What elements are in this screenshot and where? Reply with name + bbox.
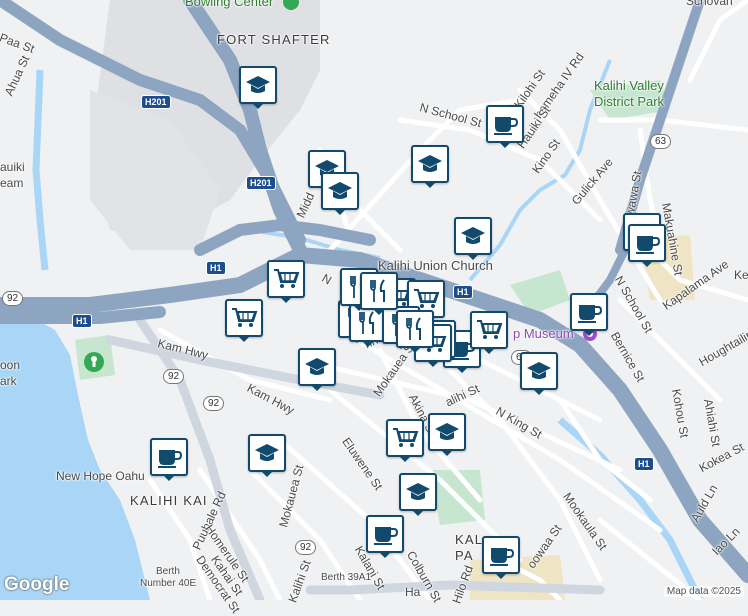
grocery-pin[interactable] <box>470 311 508 349</box>
school-pin[interactable] <box>321 172 359 210</box>
cafe-pin[interactable] <box>486 105 524 143</box>
fork-knife-icon <box>401 315 429 343</box>
shopping-cart-icon <box>230 304 258 332</box>
coffee-cup-icon <box>371 520 399 548</box>
school-pin[interactable] <box>428 413 466 451</box>
restaurant-pin[interactable] <box>396 310 434 348</box>
school-pin[interactable] <box>520 352 558 390</box>
shield-h1-a: H1 <box>206 261 226 275</box>
label-lagoon-park-2: ark <box>0 374 17 388</box>
route-63: 63 <box>650 134 671 149</box>
label-schovan: Schovan <box>686 0 733 8</box>
restaurant-pin[interactable] <box>360 272 398 310</box>
mortarboard-icon <box>525 357 553 385</box>
label-kalihi-park-2: PA <box>455 548 474 563</box>
label-eam: eam <box>0 176 23 190</box>
label-kalihi-valley: Kalihi Valley <box>594 78 664 93</box>
label-ke: Ke <box>734 268 748 282</box>
shield-h201-a: H201 <box>141 95 171 109</box>
label-berth-39a1: Berth 39A1 <box>321 572 371 583</box>
label-kalihi-park-1: KAL <box>455 532 483 547</box>
cafe-pin[interactable] <box>570 293 608 331</box>
school-pin[interactable] <box>399 473 437 511</box>
park-marker[interactable] <box>84 352 104 372</box>
shield-h1-b: H1 <box>453 285 473 299</box>
label-berth: Berth <box>156 566 180 577</box>
shopping-cart-icon <box>391 424 419 452</box>
mortarboard-icon <box>303 353 331 381</box>
cafe-pin[interactable] <box>628 224 666 262</box>
map-data-credit[interactable]: Map data ©2025 <box>664 586 744 597</box>
grocery-pin[interactable] <box>225 299 263 337</box>
coffee-cup-icon <box>633 229 661 257</box>
cafe-pin[interactable] <box>150 438 188 476</box>
fork-knife-icon <box>365 277 393 305</box>
school-pin[interactable] <box>411 145 449 183</box>
route-92-d: 92 <box>295 540 316 555</box>
shield-h1-d: H1 <box>634 457 654 471</box>
label-new-hope-oahu: New Hope Oahu <box>56 469 145 483</box>
mortarboard-icon <box>253 439 281 467</box>
label-museum: p Museum <box>513 326 574 341</box>
water-bay <box>0 310 150 600</box>
label-kalihi-kai: KALIHI KAI <box>130 493 208 508</box>
label-kalihi-union-church: Kalihi Union Church <box>378 258 493 273</box>
shopping-cart-icon <box>272 265 300 293</box>
route-92-c: 92 <box>203 396 224 411</box>
coffee-cup-icon <box>575 298 603 326</box>
label-bowling-center: Bowling Center <box>185 0 273 9</box>
label-lagoon-park-1: oon <box>0 358 20 372</box>
school-pin[interactable] <box>239 66 277 104</box>
coffee-cup-icon <box>487 541 515 569</box>
grocery-pin[interactable] <box>267 260 305 298</box>
label-district-park: District Park <box>594 94 664 109</box>
label-berth-number: Number 40E <box>140 578 196 589</box>
coffee-cup-icon <box>491 110 519 138</box>
school-pin[interactable] <box>298 348 336 386</box>
google-logo[interactable]: Google <box>4 574 69 596</box>
shield-h201-b: H201 <box>246 176 276 190</box>
mortarboard-icon <box>433 418 461 446</box>
mortarboard-icon <box>404 478 432 506</box>
mortarboard-icon <box>326 177 354 205</box>
school-pin[interactable] <box>248 434 286 472</box>
mortarboard-icon <box>459 222 487 250</box>
cafe-pin[interactable] <box>482 536 520 574</box>
label-kauiki: auiki <box>0 160 25 174</box>
cafe-pin[interactable] <box>366 515 404 553</box>
shopping-cart-icon <box>475 316 503 344</box>
label-fort-shafter: FORT SHAFTER <box>217 32 331 47</box>
grocery-pin[interactable] <box>386 419 424 457</box>
water-stream-left <box>36 70 45 270</box>
label-ha: Ha <box>405 585 420 599</box>
school-pin[interactable] <box>454 217 492 255</box>
route-92-a: 92 <box>2 291 23 306</box>
coffee-cup-icon <box>155 443 183 471</box>
mortarboard-icon <box>244 71 272 99</box>
mortarboard-icon <box>416 150 444 178</box>
shield-h1-c: H1 <box>72 314 92 328</box>
route-92-b: 92 <box>163 369 184 384</box>
